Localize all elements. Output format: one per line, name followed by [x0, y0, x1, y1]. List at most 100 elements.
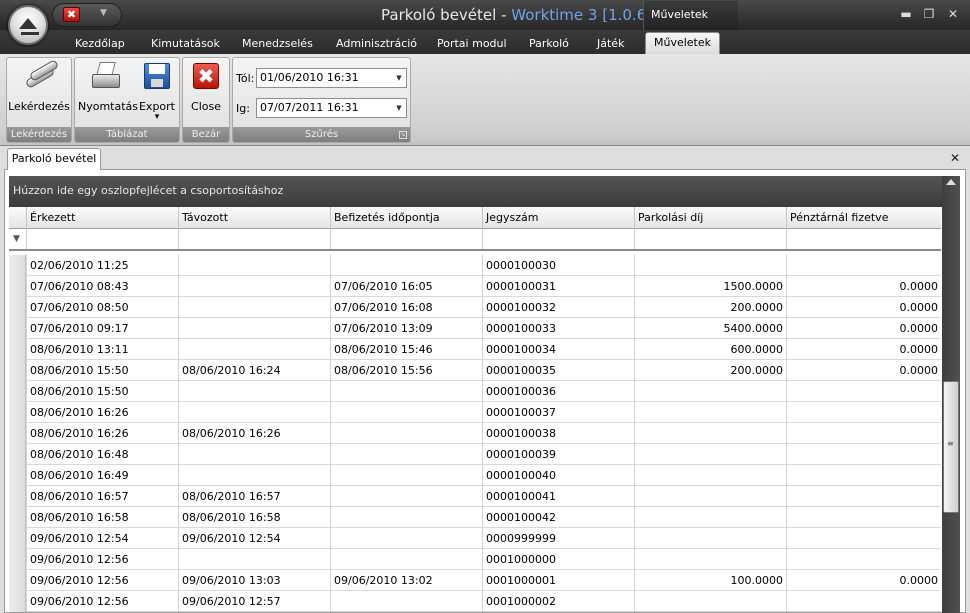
- tab-portai-modul[interactable]: Portai modul: [437, 37, 507, 50]
- cell-tavozott[interactable]: 09/06/2010 12:54: [178, 528, 330, 549]
- cell-parkolasi-dij[interactable]: 100.0000: [634, 570, 786, 591]
- cell-befizetes-idopontja[interactable]: 07/06/2010 16:05: [330, 276, 482, 297]
- cell-jegyszam[interactable]: 0001000000: [482, 549, 634, 570]
- row-indicator[interactable]: [9, 465, 26, 486]
- table-row[interactable]: 08/06/2010 16:26 08/06/2010 16:26 00001000…: [9, 423, 941, 444]
- tab-menedzseles[interactable]: Menedzselés: [242, 37, 313, 50]
- filter-cell-jegyszam[interactable]: [482, 229, 634, 249]
- cell-tavozott[interactable]: [178, 276, 330, 297]
- filter-cell-penztarnal-fizetve[interactable]: [786, 229, 941, 249]
- filter-cell-parkolasi-dij[interactable]: [634, 229, 786, 249]
- table-row[interactable]: 09/06/2010 12:56 0001000000: [9, 549, 941, 570]
- row-indicator[interactable]: [9, 276, 26, 297]
- cell-erkezett[interactable]: 08/06/2010 16:49: [26, 465, 178, 486]
- export-button[interactable]: Export ▾: [137, 60, 177, 122]
- cell-befizetes-idopontja[interactable]: 08/06/2010 15:46: [330, 339, 482, 360]
- table-row[interactable]: 08/06/2010 16:26 0000100037: [9, 402, 941, 423]
- tab-kezdolap[interactable]: Kezdőlap: [75, 37, 125, 50]
- cell-tavozott[interactable]: [178, 465, 330, 486]
- chevron-down-icon[interactable]: ▼: [392, 69, 406, 87]
- row-indicator[interactable]: [9, 528, 26, 549]
- cell-erkezett[interactable]: 08/06/2010 15:50: [26, 381, 178, 402]
- vertical-scrollbar[interactable]: ≡: [942, 176, 960, 613]
- to-date-field[interactable]: 07/07/2011 16:31 ▼: [256, 98, 407, 118]
- cell-befizetes-idopontja[interactable]: 07/06/2010 16:08: [330, 297, 482, 318]
- cell-tavozott[interactable]: 09/06/2010 13:03: [178, 570, 330, 591]
- cell-befizetes-idopontja[interactable]: [330, 507, 482, 528]
- table-row[interactable]: 08/06/2010 13:11 08/06/2010 15:46 00001000…: [9, 339, 941, 360]
- cell-penztarnal-fizetve[interactable]: 0.0000: [786, 570, 941, 591]
- cell-penztarnal-fizetve[interactable]: [786, 381, 941, 402]
- cell-jegyszam[interactable]: 0000100042: [482, 507, 634, 528]
- cell-penztarnal-fizetve[interactable]: [786, 528, 941, 549]
- cell-erkezett[interactable]: 09/06/2010 12:54: [26, 528, 178, 549]
- cell-parkolasi-dij[interactable]: [634, 549, 786, 570]
- table-row[interactable]: 08/06/2010 16:49 0000100040: [9, 465, 941, 486]
- table-row[interactable]: 09/06/2010 12:54 09/06/2010 12:54 00009999…: [9, 528, 941, 549]
- row-indicator[interactable]: [9, 339, 26, 360]
- window-close-button[interactable]: ✕: [946, 7, 960, 21]
- row-indicator[interactable]: [9, 402, 26, 423]
- cell-tavozott[interactable]: [178, 339, 330, 360]
- table-row[interactable]: 09/06/2010 12:56 09/06/2010 12:57 00010000…: [9, 591, 941, 612]
- tab-adminisztracio[interactable]: Adminisztráció: [336, 37, 417, 50]
- cell-befizetes-idopontja[interactable]: [330, 486, 482, 507]
- cell-penztarnal-fizetve[interactable]: 0.0000: [786, 297, 941, 318]
- cell-parkolasi-dij[interactable]: [634, 465, 786, 486]
- cell-erkezett[interactable]: 08/06/2010 16:58: [26, 507, 178, 528]
- cell-penztarnal-fizetve[interactable]: [786, 507, 941, 528]
- cell-penztarnal-fizetve[interactable]: [786, 486, 941, 507]
- cell-erkezett[interactable]: 08/06/2010 16:26: [26, 423, 178, 444]
- cell-befizetes-idopontja[interactable]: 08/06/2010 15:56: [330, 360, 482, 381]
- cell-tavozott[interactable]: [178, 444, 330, 465]
- scroll-up-arrow-icon[interactable]: [946, 179, 956, 185]
- qat-customize-dropdown[interactable]: ▼: [100, 8, 107, 18]
- tab-parkolo[interactable]: Parkoló: [529, 37, 569, 50]
- tab-kimutatasok[interactable]: Kimutatások: [151, 37, 220, 50]
- restore-button[interactable]: ❐: [922, 7, 936, 21]
- cell-tavozott[interactable]: 08/06/2010 16:57: [178, 486, 330, 507]
- cell-parkolasi-dij[interactable]: 200.0000: [634, 297, 786, 318]
- table-row[interactable]: 02/06/2010 11:25 0000100030: [9, 255, 941, 276]
- column-header-tavozott[interactable]: Távozott: [178, 207, 330, 229]
- chevron-down-icon[interactable]: ▼: [392, 99, 406, 117]
- cell-jegyszam[interactable]: 0000100032: [482, 297, 634, 318]
- cell-tavozott[interactable]: 08/06/2010 16:24: [178, 360, 330, 381]
- cell-parkolasi-dij[interactable]: 200.0000: [634, 360, 786, 381]
- row-indicator[interactable]: [9, 591, 26, 612]
- cell-befizetes-idopontja[interactable]: 07/06/2010 13:09: [330, 318, 482, 339]
- cell-erkezett[interactable]: 07/06/2010 09:17: [26, 318, 178, 339]
- cell-jegyszam[interactable]: 0000100034: [482, 339, 634, 360]
- cell-parkolasi-dij[interactable]: [634, 423, 786, 444]
- row-indicator[interactable]: [9, 444, 26, 465]
- cell-erkezett[interactable]: 07/06/2010 08:50: [26, 297, 178, 318]
- column-header-parkolasi-dij[interactable]: Parkolási díj: [634, 207, 786, 229]
- cell-erkezett[interactable]: 08/06/2010 16:57: [26, 486, 178, 507]
- cell-befizetes-idopontja[interactable]: 09/06/2010 13:02: [330, 570, 482, 591]
- cell-erkezett[interactable]: 08/06/2010 16:48: [26, 444, 178, 465]
- cell-erkezett[interactable]: 08/06/2010 16:26: [26, 402, 178, 423]
- table-row[interactable]: 08/06/2010 16:57 08/06/2010 16:57 00001000…: [9, 486, 941, 507]
- cell-befizetes-idopontja[interactable]: [330, 423, 482, 444]
- close-button[interactable]: ✖ Close: [183, 60, 229, 113]
- table-row[interactable]: 07/06/2010 08:50 07/06/2010 16:08 00001000…: [9, 297, 941, 318]
- table-row[interactable]: 07/06/2010 09:17 07/06/2010 13:09 00001000…: [9, 318, 941, 339]
- filter-cell-befizetes-idopontja[interactable]: [330, 229, 482, 249]
- row-indicator[interactable]: [9, 255, 26, 276]
- cell-penztarnal-fizetve[interactable]: [786, 402, 941, 423]
- cell-befizetes-idopontja[interactable]: [330, 402, 482, 423]
- scrollbar-thumb[interactable]: ≡: [943, 381, 959, 513]
- row-indicator[interactable]: [9, 570, 26, 591]
- cell-erkezett[interactable]: 08/06/2010 13:11: [26, 339, 178, 360]
- filter-cell-erkezett[interactable]: [26, 229, 178, 249]
- cell-penztarnal-fizetve[interactable]: 0.0000: [786, 318, 941, 339]
- row-indicator[interactable]: [9, 360, 26, 381]
- cell-parkolasi-dij[interactable]: [634, 507, 786, 528]
- group-by-panel[interactable]: Húzzon ide egy oszlopfejlécet a csoporto…: [9, 176, 943, 207]
- table-row[interactable]: 08/06/2010 16:48 0000100039: [9, 444, 941, 465]
- cell-tavozott[interactable]: [178, 402, 330, 423]
- cell-jegyszam[interactable]: 0000100041: [482, 486, 634, 507]
- row-indicator[interactable]: [9, 381, 26, 402]
- row-indicator[interactable]: [9, 507, 26, 528]
- cell-penztarnal-fizetve[interactable]: [786, 465, 941, 486]
